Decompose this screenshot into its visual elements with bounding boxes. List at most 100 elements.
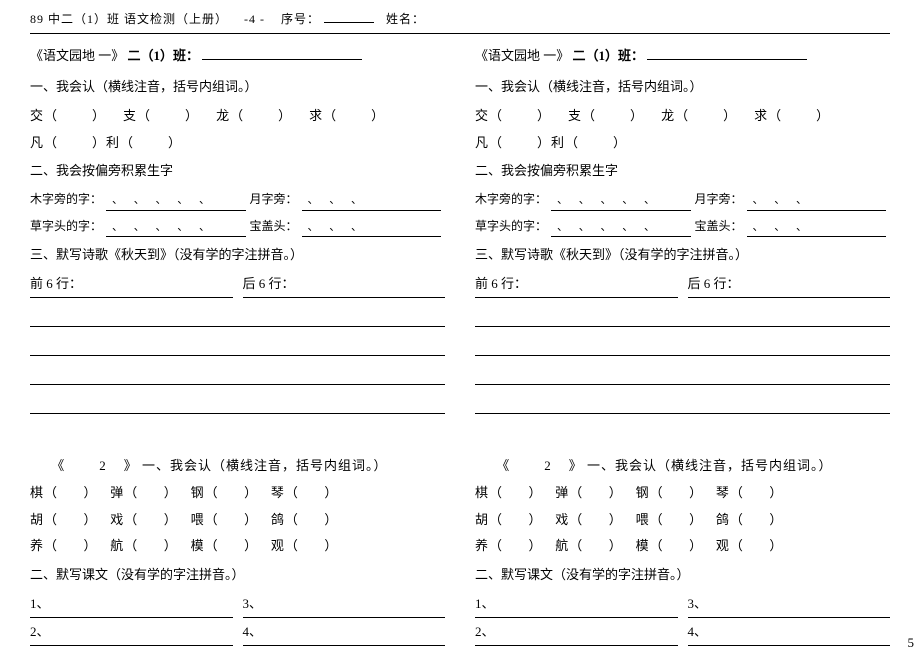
- b1-sec2: 二、我会按偏旁积累生字: [30, 161, 445, 182]
- lbl: 草字头的字：: [30, 217, 102, 236]
- b2r-sec1: 一、我会认（横线注音，括号内组词。）: [587, 458, 833, 473]
- line: [30, 395, 445, 414]
- c: 养（: [30, 538, 58, 553]
- lbl: 草字头的字：: [475, 217, 547, 236]
- c: ）: [84, 485, 98, 500]
- c: 戏（: [110, 512, 138, 527]
- b1r-class-blank: [647, 46, 807, 60]
- block2-left: 《 2 》 一、我会认（横线注音，括号内组词。） 棋（ ） 弹（ ） 钢（ ） …: [30, 450, 445, 650]
- b2r-close: 》: [569, 458, 583, 473]
- b2r-r2: 胡（ ） 戏（ ） 喂（ ） 鸽（ ）: [475, 510, 890, 531]
- c: ）: [164, 485, 178, 500]
- c: 弹（: [555, 485, 583, 500]
- header-page: -4 -: [244, 12, 265, 26]
- b2r-num: 2: [544, 458, 552, 473]
- b2r-open: 《: [496, 458, 510, 473]
- n3: 3、: [243, 596, 263, 611]
- c: 琴（: [271, 485, 299, 500]
- front6: 前 6 行：: [30, 276, 82, 291]
- c: ）: [324, 485, 338, 500]
- c: ）: [816, 108, 830, 123]
- c: ）: [609, 512, 623, 527]
- b2r-sec2: 二、默写课文（没有学的字注拼音。）: [475, 565, 890, 586]
- c: ）: [84, 512, 98, 527]
- header-seq-label: 序号：: [281, 12, 320, 26]
- c: 模（: [636, 538, 664, 553]
- c: ）利（: [537, 135, 579, 150]
- c: 琴（: [716, 485, 744, 500]
- n2: 2、: [475, 624, 495, 639]
- b2r-r3: 养（ ） 航（ ） 模（ ） 观（ ）: [475, 536, 890, 557]
- front6: 前 6 行：: [475, 276, 527, 291]
- c: 胡（: [30, 512, 58, 527]
- b1r-title-prefix: 《语文园地 一》: [475, 48, 569, 63]
- c: ）: [529, 512, 543, 527]
- b1r-class-label: 二（1）班：: [573, 48, 645, 63]
- b1-sec3: 三、默写诗歌《秋天到》（没有学的字注拼音。）: [30, 245, 445, 266]
- c: ）: [769, 512, 783, 527]
- c: ）: [529, 485, 543, 500]
- n1: 1、: [475, 596, 495, 611]
- c: 交（: [30, 108, 58, 123]
- lbl: 宝盖头：: [695, 217, 743, 236]
- c: ）利（: [92, 135, 134, 150]
- n1: 1、: [30, 596, 50, 611]
- c: ）: [84, 538, 98, 553]
- b1-sec1: 一、我会认（横线注音，括号内组词。）: [30, 77, 445, 98]
- header-school: 89 中二（1）班 语文检测（上册）: [30, 12, 228, 26]
- n4: 4、: [243, 624, 263, 639]
- blank: 、 、 、: [302, 219, 441, 238]
- b1-class-blank: [202, 46, 362, 60]
- header-rule: [30, 33, 890, 34]
- c: ）: [278, 108, 292, 123]
- c: ）: [529, 538, 543, 553]
- c: 鸽（: [716, 512, 744, 527]
- b2-r1: 棋（ ） 弹（ ） 钢（ ） 琴（ ）: [30, 483, 445, 504]
- b2-num: 2: [99, 458, 107, 473]
- c: 鸽（: [271, 512, 299, 527]
- c: ）: [244, 538, 258, 553]
- line: [30, 366, 445, 385]
- c: 戏（: [555, 512, 583, 527]
- c: 凡（: [30, 135, 58, 150]
- page-number: 5: [908, 633, 915, 654]
- b1-class-label: 二（1）班：: [128, 48, 200, 63]
- c: 胡（: [475, 512, 503, 527]
- b2-r3: 养（ ） 航（ ） 模（ ） 观（ ）: [30, 536, 445, 557]
- c: 龙（: [661, 108, 689, 123]
- block1: 《语文园地 一》 二（1）班： 一、我会认（横线注音，括号内组词。） 交（ ） …: [30, 46, 890, 424]
- header-name-label: 姓名：: [386, 12, 425, 26]
- blank: 、 、 、 、 、: [106, 192, 245, 211]
- c: ）: [185, 108, 199, 123]
- lbl: 木字旁的字：: [30, 190, 102, 209]
- c: ）: [689, 512, 703, 527]
- b2-open: 《: [51, 458, 65, 473]
- back6: 后 6 行：: [243, 276, 295, 291]
- block1-right: 《语文园地 一》 二（1）班： 一、我会认（横线注音，括号内组词。） 交（ ） …: [475, 46, 890, 424]
- c: 航（: [555, 538, 583, 553]
- c: 求（: [309, 108, 337, 123]
- c: 钢（: [191, 485, 219, 500]
- lbl: 宝盖头：: [250, 217, 298, 236]
- b1r-row2: 凡（ ）利（ ）: [475, 133, 890, 154]
- c: ）: [244, 485, 258, 500]
- c: 龙（: [216, 108, 244, 123]
- c: ）: [769, 485, 783, 500]
- line: [475, 366, 890, 385]
- line: [475, 395, 890, 414]
- b2-sec2: 二、默写课文（没有学的字注拼音。）: [30, 565, 445, 586]
- c: ）: [92, 108, 106, 123]
- c: ）: [168, 135, 182, 150]
- line: [475, 337, 890, 356]
- c: ）: [630, 108, 644, 123]
- b1-row2: 凡（ ）利（ ）: [30, 133, 445, 154]
- c: ）: [769, 538, 783, 553]
- c: ）: [537, 108, 551, 123]
- n4: 4、: [688, 624, 708, 639]
- b2-close: 》: [124, 458, 138, 473]
- c: 钢（: [636, 485, 664, 500]
- blank: 、 、 、 、 、: [551, 219, 690, 238]
- b1-title-prefix: 《语文园地 一》: [30, 48, 124, 63]
- block2: 《 2 》 一、我会认（横线注音，括号内组词。） 棋（ ） 弹（ ） 钢（ ） …: [30, 450, 890, 650]
- c: ）: [244, 512, 258, 527]
